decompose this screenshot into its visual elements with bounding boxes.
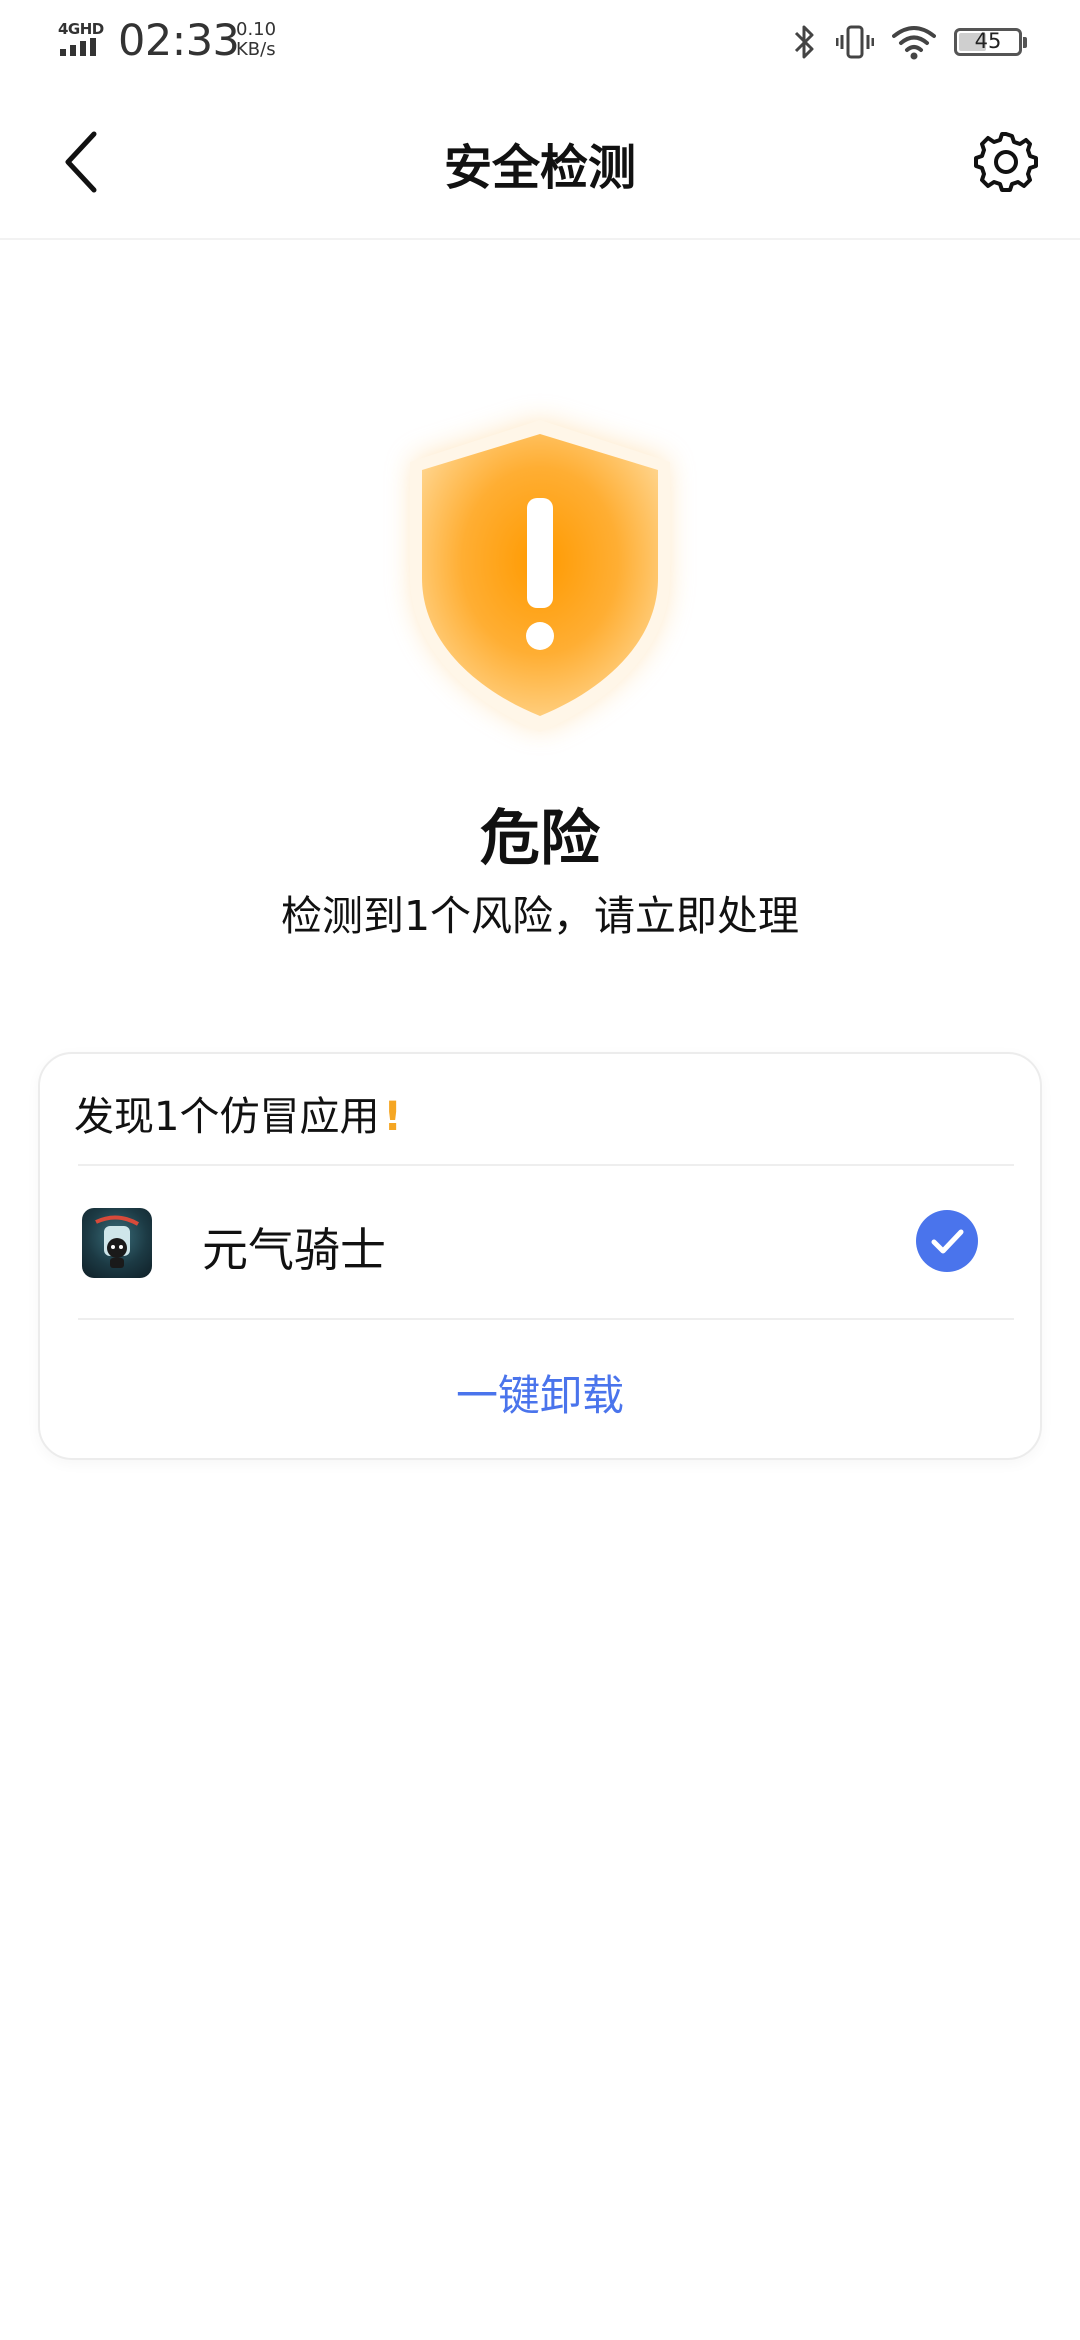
gear-icon: [974, 132, 1038, 192]
app-name: 元气骑士: [202, 1223, 386, 1277]
card-header: 发现1个仿冒应用!: [74, 1084, 402, 1142]
app-list-item[interactable]: 元气骑士: [40, 1164, 1040, 1318]
settings-button[interactable]: [968, 124, 1044, 200]
checkmark-icon: [931, 1229, 964, 1254]
app-icon: [82, 1208, 152, 1278]
title-bar: 安全检测: [0, 84, 1080, 240]
network-indicator: 4GHD: [58, 20, 108, 58]
card-header-text: 发现1个仿冒应用: [74, 1094, 380, 1140]
battery-icon: 45: [954, 28, 1027, 56]
uninstall-all-button[interactable]: 一键卸载: [40, 1362, 1040, 1426]
divider: [78, 1318, 1014, 1320]
speed-unit: KB/s: [236, 39, 276, 60]
clock: 02:33: [118, 16, 240, 66]
battery-level: 45: [974, 29, 1002, 53]
warning-shield-icon: [360, 388, 720, 758]
status-bar: 4GHD 02:33 0.10 KB/s 45: [0, 0, 1080, 84]
page-title: 安全检测: [443, 140, 636, 196]
bluetooth-icon: [794, 25, 814, 59]
network-type: 4GHD: [58, 20, 104, 38]
risk-card: 发现1个仿冒应用! 元气骑士 一键卸载: [38, 1052, 1042, 1460]
status-description: 检测到1个风险，请立即处理: [280, 892, 800, 940]
wifi-icon: [892, 26, 936, 60]
speed-value: 0.10: [236, 19, 277, 40]
status-title: 危险: [480, 804, 600, 874]
network-speed: 0.10 KB/s: [236, 20, 276, 60]
app-checkbox[interactable]: [916, 1210, 978, 1272]
vibrate-icon: [836, 25, 874, 59]
warning-mark: !: [383, 1094, 402, 1140]
status-icons: 45: [792, 18, 1027, 66]
